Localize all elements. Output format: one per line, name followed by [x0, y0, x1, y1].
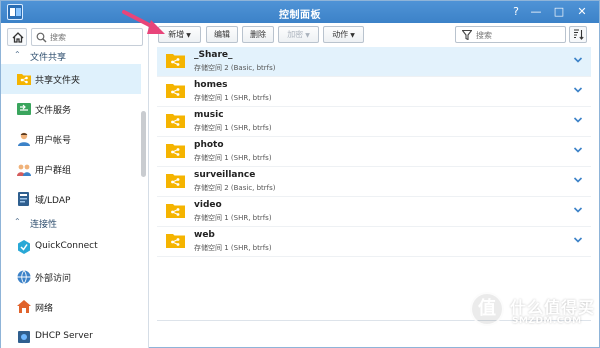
toolbar: 新增 ▼ 编辑 删除 加密 ▼ 动作 ▼ — [150, 23, 599, 49]
section-label: 文件共享 — [30, 53, 67, 63]
action-label: 动作 — [332, 30, 349, 39]
annotation-arrow-icon — [122, 10, 165, 34]
folder-volume: 存储空间 1 (SHR, btrfs) — [194, 244, 272, 252]
home-button[interactable] — [7, 28, 27, 46]
sidebar-item-label: 网络 — [35, 304, 54, 314]
folder-volume: 存储空间 2 (Basic, btrfs) — [194, 184, 276, 192]
folder-name: _Share_ — [194, 50, 233, 60]
section-connectivity[interactable]: ⌃ 连接性 — [1, 214, 141, 232]
sort-icon — [574, 29, 584, 40]
folder-name: surveillance — [194, 170, 256, 180]
group-icon — [17, 164, 31, 176]
sidebar-item-label: 用户帐号 — [35, 136, 72, 146]
shared-folder-icon — [17, 74, 31, 85]
file-services-icon — [17, 103, 31, 115]
maximize-icon[interactable]: □ — [552, 5, 566, 19]
sidebar: ⌃ 文件共享 共享文件夹 文件服务 用户帐号 用户群组 域/LDAP ⌃ 连接性 — [1, 23, 149, 348]
sidebar-item-label: 共享文件夹 — [35, 76, 81, 86]
filter-icon — [462, 30, 472, 40]
minimize-icon[interactable]: — — [529, 5, 543, 19]
folder-name: web — [194, 230, 215, 240]
sidebar-item-dhcp-server[interactable]: DHCP Server — [1, 322, 141, 348]
folder-row[interactable]: music 存储空间 1 (SHR, btrfs) — [157, 107, 591, 137]
sidebar-item-label: 域/LDAP — [35, 196, 71, 206]
sidebar-item-label: QuickConnect — [35, 241, 98, 251]
sidebar-item-label: 外部访问 — [35, 274, 72, 284]
dropdown-caret-icon: ▼ — [186, 32, 191, 39]
shared-folder-icon — [166, 174, 185, 188]
close-icon[interactable]: ✕ — [575, 5, 589, 19]
folder-volume: 存储空间 1 (SHR, btrfs) — [194, 94, 272, 102]
shared-folder-icon — [166, 114, 185, 128]
dropdown-caret-icon: ▼ — [305, 32, 310, 39]
watermark-subtext: SMZDM.COM — [512, 316, 582, 326]
folder-volume: 存储空间 1 (SHR, btrfs) — [194, 124, 272, 132]
folder-volume: 存储空间 1 (SHR, btrfs) — [194, 154, 272, 162]
folder-name: homes — [194, 80, 228, 90]
sidebar-item-domain-ldap[interactable]: 域/LDAP — [1, 184, 141, 214]
sidebar-item-label: DHCP Server — [35, 331, 93, 341]
dropdown-caret-icon: ▼ — [350, 32, 355, 39]
sidebar-item-quickconnect[interactable]: QuickConnect — [1, 232, 141, 262]
control-panel-window: 控制面板 ? — □ ✕ ⌃ 文件共享 共享文件夹 文件服务 用户帐号 — [0, 0, 600, 348]
folder-row[interactable]: surveillance 存储空间 2 (Basic, btrfs) — [157, 167, 591, 197]
chevron-down-icon[interactable] — [573, 85, 583, 95]
folder-name: video — [194, 200, 222, 210]
folder-name: music — [194, 110, 224, 120]
sidebar-item-shared-folder[interactable]: 共享文件夹 — [1, 64, 141, 94]
folder-volume: 存储空间 1 (SHR, btrfs) — [194, 214, 272, 222]
chevron-down-icon[interactable] — [573, 55, 583, 65]
encrypt-button[interactable]: 加密 ▼ — [278, 26, 319, 43]
action-button[interactable]: 动作 ▼ — [323, 26, 364, 43]
shared-folder-icon — [166, 54, 185, 68]
shared-folder-icon — [166, 84, 185, 98]
quickconnect-icon — [18, 240, 30, 254]
watermark-text: 什么值得买 — [510, 298, 596, 317]
user-icon — [18, 132, 30, 146]
shared-folder-icon — [166, 204, 185, 218]
section-label: 连接性 — [30, 220, 58, 230]
home-icon — [12, 32, 24, 43]
delete-button[interactable]: 删除 — [242, 26, 274, 43]
encrypt-label: 加密 — [287, 30, 304, 39]
sidebar-item-external-access[interactable]: 外部访问 — [1, 262, 141, 292]
title-bar[interactable]: 控制面板 ? — □ ✕ — [1, 1, 599, 23]
shared-folder-icon — [166, 234, 185, 248]
folder-name: photo — [194, 140, 224, 150]
chevron-down-icon[interactable] — [573, 175, 583, 185]
chevron-down-icon[interactable] — [573, 205, 583, 215]
section-file-sharing[interactable]: ⌃ 文件共享 — [1, 47, 141, 65]
chevron-down-icon[interactable] — [573, 145, 583, 155]
folder-row[interactable]: photo 存储空间 1 (SHR, btrfs) — [157, 137, 591, 167]
sidebar-scrollbar[interactable] — [141, 111, 146, 177]
folder-row[interactable]: homes 存储空间 1 (SHR, btrfs) — [157, 77, 591, 107]
sidebar-item-group[interactable]: 用户群组 — [1, 154, 141, 184]
filter-search-input[interactable] — [476, 29, 562, 41]
watermark-logo: 值 — [470, 292, 504, 326]
sidebar-item-label: 用户群组 — [35, 166, 72, 176]
search-icon — [36, 32, 47, 43]
folder-row[interactable]: web 存储空间 1 (SHR, btrfs) — [157, 227, 591, 257]
shared-folder-icon — [166, 144, 185, 158]
filter-search-field[interactable] — [455, 26, 566, 43]
domain-ldap-icon — [18, 192, 29, 206]
collapse-chevron-icon: ⌃ — [14, 217, 21, 226]
chevron-down-icon[interactable] — [573, 115, 583, 125]
folder-volume: 存储空间 2 (Basic, btrfs) — [194, 64, 276, 72]
watermark: 值 什么值得买 SMZDM.COM — [470, 292, 595, 342]
edit-button[interactable]: 编辑 — [206, 26, 238, 43]
network-icon — [17, 300, 31, 313]
folder-row[interactable]: _Share_ 存储空间 2 (Basic, btrfs) — [157, 47, 591, 77]
sidebar-item-file-services[interactable]: 文件服务 — [1, 94, 141, 124]
chevron-down-icon[interactable] — [573, 235, 583, 245]
dhcp-server-icon — [18, 331, 30, 343]
sort-button[interactable] — [569, 26, 587, 43]
sidebar-item-network[interactable]: 网络 — [1, 292, 141, 322]
external-access-icon — [17, 270, 31, 284]
folder-row[interactable]: video 存储空间 1 (SHR, btrfs) — [157, 197, 591, 227]
sidebar-item-user[interactable]: 用户帐号 — [1, 124, 141, 154]
collapse-chevron-icon: ⌃ — [14, 50, 21, 59]
help-icon[interactable]: ? — [509, 5, 523, 19]
sidebar-item-label: 文件服务 — [35, 106, 72, 116]
